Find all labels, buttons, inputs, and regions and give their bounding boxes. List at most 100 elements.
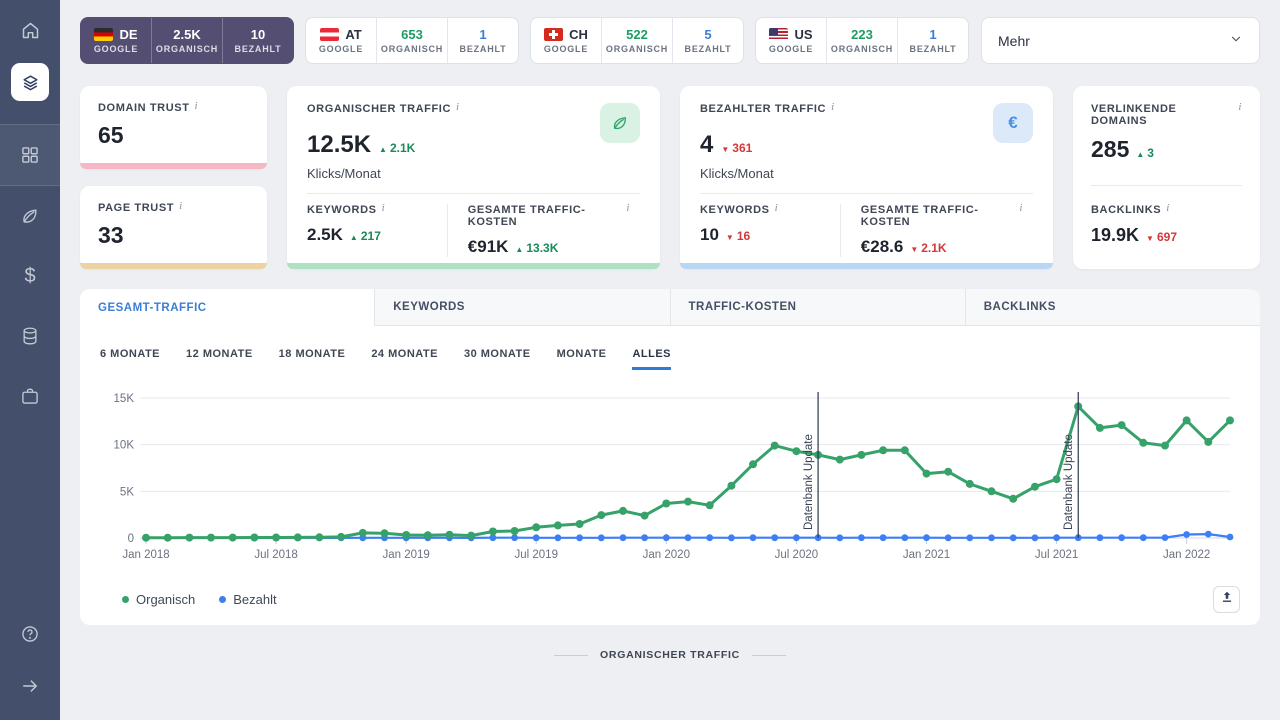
sidebar-item-help[interactable]: [0, 608, 60, 660]
paid-count: 1: [479, 27, 487, 42]
country-card-de[interactable]: DE GOOGLE 2.5K ORGANISCH 10 BEZAHLT: [80, 17, 294, 64]
chart-legend: Organisch Bezahlt: [100, 592, 277, 607]
paid-traffic-accent: [680, 263, 1053, 269]
paid-label: BEZAHLT: [684, 44, 732, 54]
help-icon: [20, 624, 40, 644]
info-icon[interactable]: i: [1166, 202, 1170, 214]
kpi-row: DOMAIN TRUST i 65 PAGE TRUST i 33 ORGANISC…: [80, 86, 1260, 269]
keywords-value: 2.5K: [307, 225, 343, 244]
info-icon[interactable]: i: [831, 101, 835, 113]
svg-text:Jul 2020: Jul 2020: [775, 549, 818, 561]
grid-icon: [20, 145, 40, 165]
country-card-at[interactable]: AT GOOGLE 653 ORGANISCH 1 BEZAHLT: [305, 17, 519, 64]
info-icon[interactable]: i: [382, 202, 386, 214]
range-alles[interactable]: ALLES: [632, 348, 672, 370]
info-icon[interactable]: i: [626, 202, 630, 214]
briefcase-icon: [20, 386, 40, 406]
page-trust-card: PAGE TRUST i 33: [80, 186, 267, 269]
leaf-icon: [20, 206, 40, 226]
time-range-selector: 6 MONATE 12 MONATE 18 MONATE 24 MONATE 3…: [100, 348, 1240, 370]
linking-domains-delta: ▲ 3: [1136, 146, 1154, 160]
svg-text:Datenbank Update: Datenbank Update: [803, 434, 815, 530]
sidebar-item-organic[interactable]: [0, 186, 60, 246]
sidebar-item-paid[interactable]: $: [0, 246, 60, 306]
range-30-monate[interactable]: 30 MONATE: [464, 348, 531, 370]
sidebar-item-data[interactable]: [0, 306, 60, 366]
paid-traffic-label: BEZAHLTER TRAFFIC: [700, 103, 827, 115]
keywords-value: 10: [700, 225, 719, 244]
page-trust-label: PAGE TRUST: [98, 202, 175, 214]
tab-gesamt-traffic[interactable]: GESAMT-TRAFFIC: [80, 289, 375, 326]
keywords-label: KEYWORDS: [700, 204, 770, 216]
linking-domains-value: 285: [1091, 136, 1130, 162]
page-trust-value: 33: [98, 222, 124, 248]
tab-keywords[interactable]: KEYWORDS: [374, 289, 670, 326]
svg-text:Datenbank Update: Datenbank Update: [1063, 434, 1075, 530]
svg-text:10K: 10K: [114, 440, 135, 452]
organic-label: ORGANISCH: [380, 44, 444, 54]
sidebar-item-collapse[interactable]: [0, 660, 60, 712]
paid-traffic-value: 4: [700, 131, 714, 158]
legend-bezahlt[interactable]: Bezahlt: [219, 592, 277, 607]
country-code: AT: [345, 27, 362, 42]
traffic-line-chart[interactable]: 0 5K 10K 15K Jan 2018 Jul 2018 Jan 2019 Jul 201…: [100, 386, 1240, 582]
range-12-monate[interactable]: 12 MONATE: [186, 348, 253, 370]
export-button[interactable]: [1213, 586, 1240, 613]
country-card-us[interactable]: US GOOGLE 223 ORGANISCH 1 BEZAHLT: [755, 17, 969, 64]
paid-traffic-delta: ▼ 361: [721, 141, 753, 155]
info-icon[interactable]: i: [179, 200, 183, 212]
paid-count: 10: [250, 27, 266, 42]
svg-text:Jul 2019: Jul 2019: [514, 549, 557, 561]
sidebar-item-dashboard[interactable]: [0, 125, 60, 185]
info-icon[interactable]: i: [456, 101, 460, 113]
engine-label: GOOGLE: [768, 44, 814, 54]
info-icon[interactable]: i: [195, 100, 199, 112]
paid-label: BEZAHLT: [459, 44, 507, 54]
engine-label: GOOGLE: [93, 44, 139, 54]
sidebar-item-projects[interactable]: [0, 366, 60, 426]
organic-label: ORGANISCH: [605, 44, 669, 54]
range-monate[interactable]: MONATE: [557, 348, 607, 370]
next-section-label: ORGANISCHER TRAFFIC: [600, 649, 740, 661]
sidebar-item-rankings-active[interactable]: [0, 56, 60, 108]
green-dot-icon: [122, 596, 129, 603]
organic-traffic-label: ORGANISCHER TRAFFIC: [307, 103, 452, 115]
svg-text:15K: 15K: [114, 393, 135, 405]
range-24-monate[interactable]: 24 MONATE: [371, 348, 438, 370]
tab-traffic-kosten[interactable]: TRAFFIC-KOSTEN: [669, 289, 965, 326]
traffic-cost-label: GESAMTE TRAFFIC-KOSTEN: [467, 204, 586, 228]
organic-count: 2.5K: [173, 27, 201, 42]
layers-icon: [11, 63, 49, 101]
organic-count: 653: [401, 27, 423, 42]
svg-text:Jan 2018: Jan 2018: [122, 549, 169, 561]
organic-traffic-unit: Klicks/Monat: [307, 166, 381, 181]
domain-trust-value: 65: [98, 122, 124, 148]
more-dropdown[interactable]: Mehr: [981, 17, 1260, 64]
traffic-cost-value: €28.6: [860, 237, 904, 256]
svg-text:5K: 5K: [120, 486, 134, 498]
svg-text:Jul 2021: Jul 2021: [1035, 549, 1078, 561]
range-6-monate[interactable]: 6 MONATE: [100, 348, 160, 370]
engine-label: GOOGLE: [318, 44, 364, 54]
organic-label: ORGANISCH: [830, 44, 894, 54]
organic-count: 522: [626, 27, 648, 42]
info-icon[interactable]: i: [1019, 202, 1023, 214]
engine-label: GOOGLE: [543, 44, 589, 54]
info-icon[interactable]: i: [775, 202, 779, 214]
sidebar-item-home[interactable]: [0, 4, 60, 56]
main-content: DE GOOGLE 2.5K ORGANISCH 10 BEZAHLT AT G…: [60, 0, 1280, 661]
blue-dot-icon: [219, 596, 227, 603]
country-selector-bar: DE GOOGLE 2.5K ORGANISCH 10 BEZAHLT AT G…: [80, 17, 1260, 64]
paid-count: 1: [929, 27, 937, 42]
svg-text:Jul 2018: Jul 2018: [254, 549, 297, 561]
tab-backlinks[interactable]: BACKLINKS: [964, 289, 1260, 326]
range-18-monate[interactable]: 18 MONATE: [279, 348, 346, 370]
svg-text:Jan 2021: Jan 2021: [903, 549, 950, 561]
info-icon[interactable]: i: [1238, 101, 1242, 113]
home-icon: [20, 20, 41, 41]
organic-traffic-value: 12.5K: [307, 131, 372, 158]
legend-organisch[interactable]: Organisch: [122, 592, 195, 607]
country-card-ch[interactable]: CH GOOGLE 522 ORGANISCH 5 BEZAHLT: [530, 17, 744, 64]
backlinks-delta: ▼ 697: [1146, 230, 1177, 244]
traffic-cost-delta: ▼ 2.1K: [910, 241, 947, 255]
